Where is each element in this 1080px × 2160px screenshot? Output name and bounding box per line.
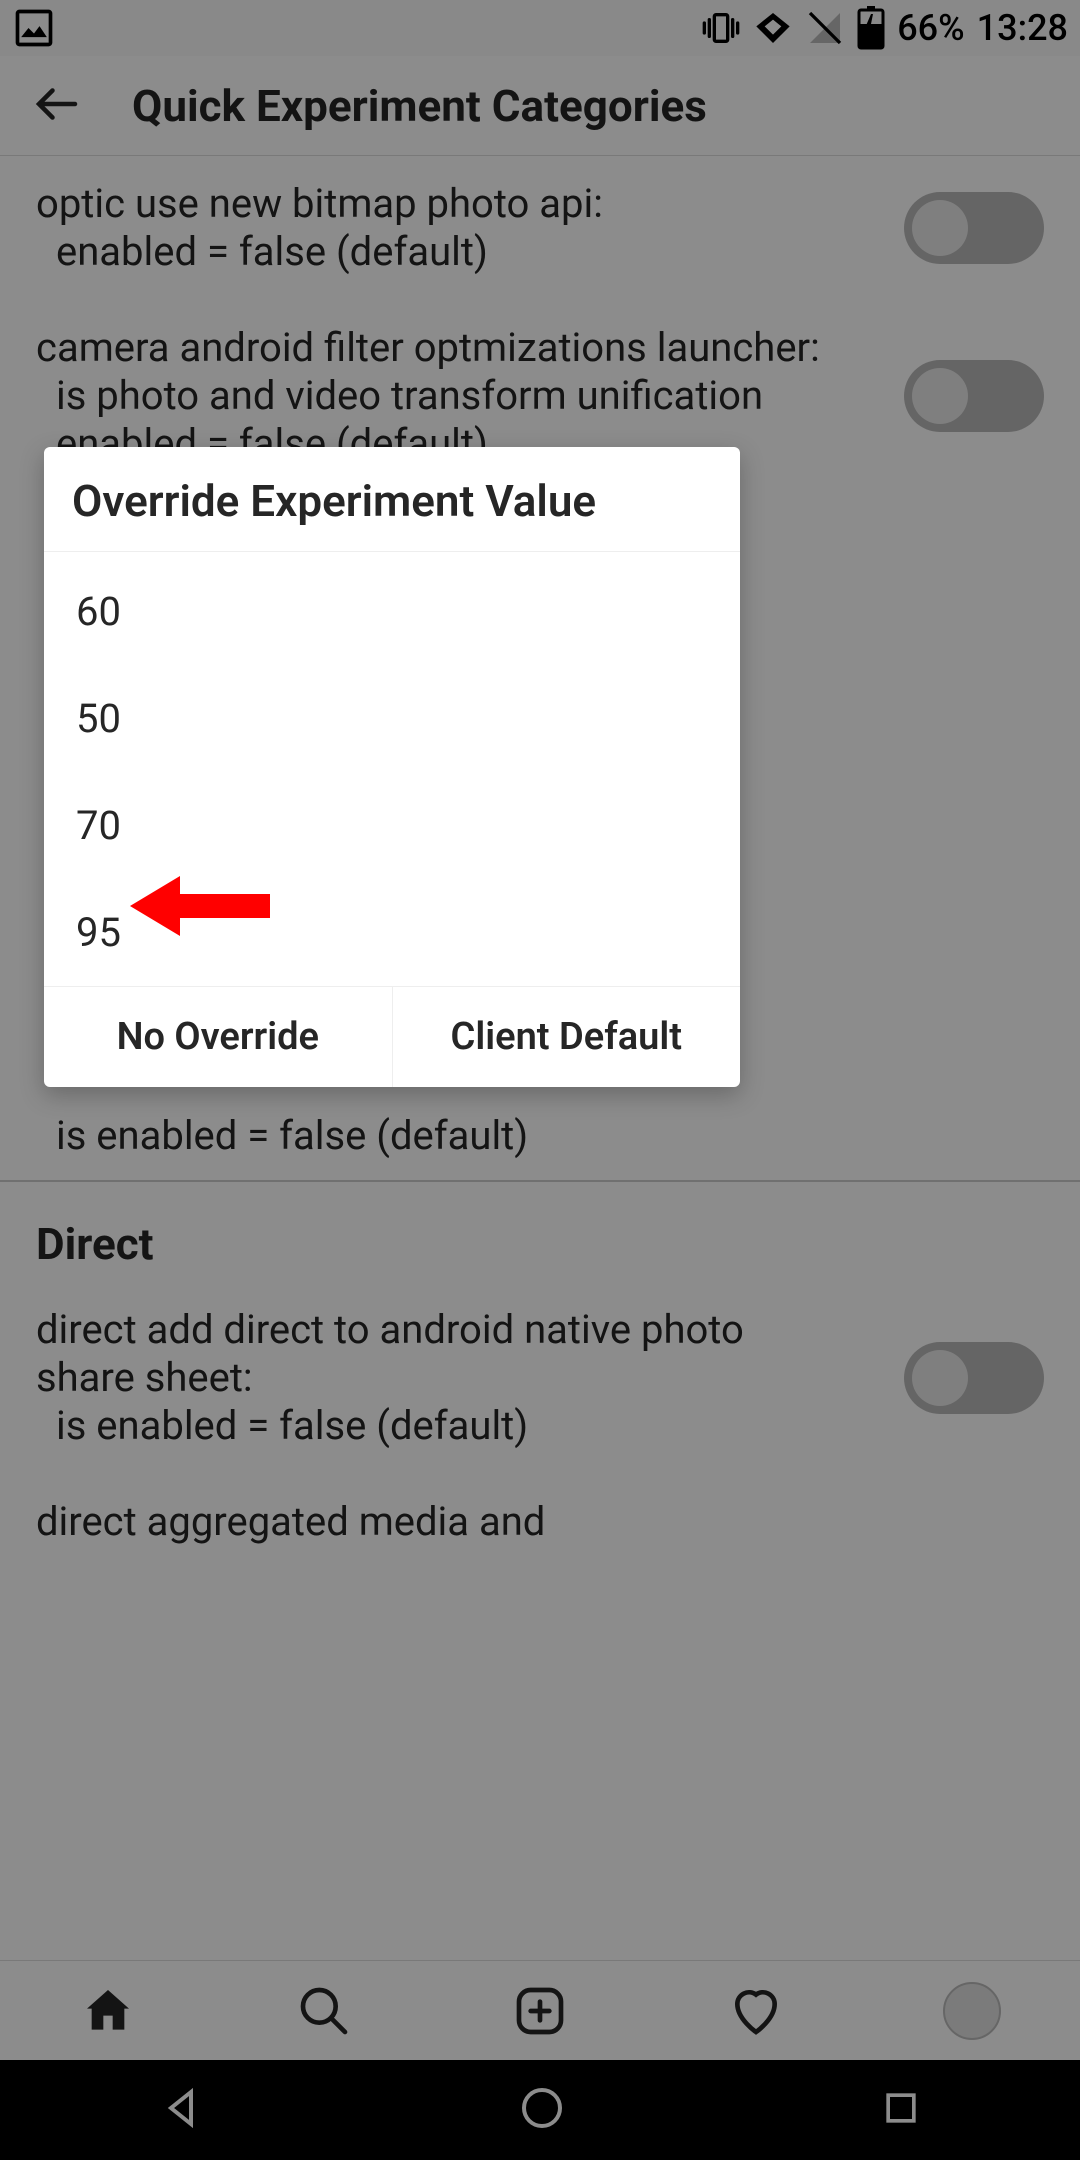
dialog-option-60[interactable]: 60	[44, 558, 740, 665]
override-dialog: Override Experiment Value 60 50 70 95 No…	[44, 447, 740, 1087]
dialog-option-50[interactable]: 50	[44, 665, 740, 772]
dialog-option-95[interactable]: 95	[44, 879, 740, 986]
dialog-option-70[interactable]: 70	[44, 772, 740, 879]
no-override-button[interactable]: No Override	[44, 987, 392, 1087]
client-default-button[interactable]: Client Default	[393, 987, 741, 1087]
dialog-title: Override Experiment Value	[44, 447, 740, 552]
